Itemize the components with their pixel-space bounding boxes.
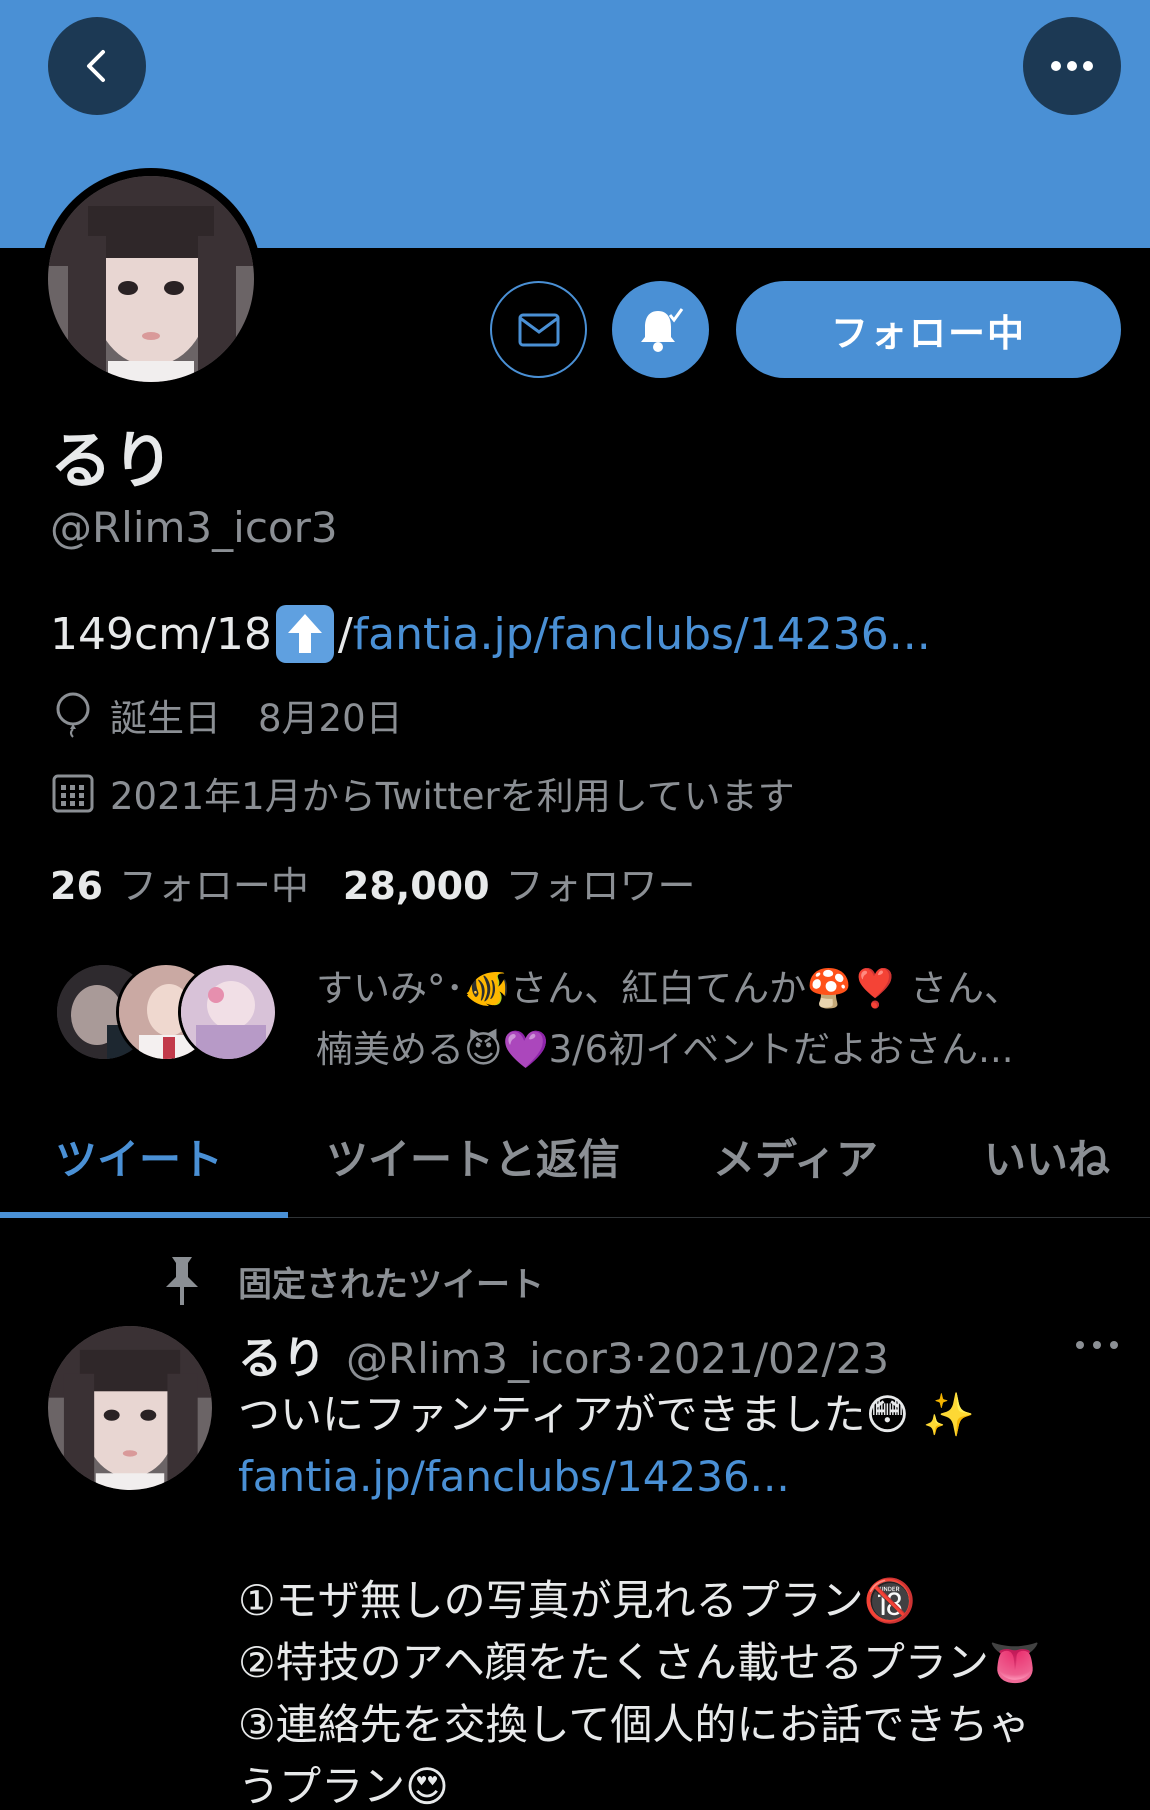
up-arrow-emoji: [275, 605, 334, 663]
profile-name: るり: [50, 424, 175, 497]
followers-count: 28,000: [342, 864, 490, 908]
tweet-line: ③連絡先を交換して個人的にお話できちゃ: [238, 1700, 1031, 1749]
back-button[interactable]: [48, 17, 146, 115]
tweet-header: るり @Rlim3_icor3 · 2021/02/23: [238, 1322, 889, 1386]
tweet-avatar[interactable]: [48, 1326, 212, 1490]
calendar-icon: [50, 770, 96, 816]
more-options-button[interactable]: [1023, 17, 1121, 115]
bio-separator: /: [337, 608, 353, 660]
active-tab-indicator: [0, 1212, 288, 1218]
bio-text: 149cm/18: [50, 608, 272, 660]
tweet-body: ついにファンティアができました😳 ✨ fantia.jp/fanclubs/14…: [238, 1384, 1118, 1810]
profile-handle: @Rlim3_icor3: [50, 503, 338, 552]
followers-count-link[interactable]: 28,000 フォロワー: [343, 855, 696, 910]
bio-link[interactable]: fantia.jp/fanclubs/14236...: [353, 609, 931, 660]
followers-label: フォロワー: [505, 864, 696, 908]
tweet-link[interactable]: fantia.jp/fanclubs/14236...: [238, 1446, 1118, 1508]
message-button[interactable]: [490, 281, 587, 378]
more-horizontal-icon: [1051, 61, 1093, 71]
tab-media[interactable]: メディア: [713, 1126, 878, 1187]
known-followers-line: すいみ°･🐠さん、紅白てんか🍄❣️ さん、: [316, 967, 1021, 1010]
avatar-photo: [48, 176, 254, 382]
notification-button[interactable]: [612, 281, 709, 378]
tab-likes[interactable]: いいね: [984, 1126, 1110, 1187]
chevron-left-icon: [87, 50, 105, 82]
balloon-icon: [50, 692, 96, 738]
tweet-line: うプラン😍: [238, 1762, 449, 1810]
joined-text: 2021年1月からTwitterを利用しています: [110, 775, 795, 818]
following-label: フォロー中: [118, 864, 309, 908]
known-follower-avatar: [178, 962, 278, 1062]
tweet-author-name[interactable]: るり: [238, 1322, 326, 1386]
tweet-more-button[interactable]: [1072, 1330, 1122, 1360]
following-count: 26: [50, 864, 103, 908]
more-horizontal-icon: [1076, 1341, 1118, 1349]
tweet-date[interactable]: 2021/02/23: [647, 1334, 889, 1383]
follow-counts: 26 フォロー中 28,000 フォロワー: [50, 855, 730, 910]
tweet-line: ①モザ無しの写真が見れるプラン🔞: [238, 1576, 916, 1625]
pinned-tweet-label: 固定されたツイート: [160, 1255, 544, 1307]
birthday-row: 誕生日 8月20日: [50, 688, 403, 742]
birthday-text: 誕生日 8月20日: [110, 697, 403, 740]
tweet-author-handle: @Rlim3_icor3: [346, 1334, 634, 1383]
profile-avatar[interactable]: [40, 168, 262, 390]
known-followers-line: 楠美める😈💜3/6初イベントだよおさん...: [316, 1028, 1014, 1071]
known-followers[interactable]: すいみ°･🐠さん、紅白てんか🍄❣️ さん、 楠美める😈💜3/6初イベントだよおさ…: [54, 958, 1114, 1071]
tweet-line: ついにファンティアができました😳 ✨: [238, 1390, 975, 1439]
mail-icon: [518, 313, 559, 346]
tab-tweets-and-replies[interactable]: ツイートと返信: [326, 1126, 620, 1187]
profile-tabs: ツイート ツイートと返信 メディア いいね: [0, 1108, 1150, 1218]
joined-row: 2021年1月からTwitterを利用しています: [50, 766, 795, 820]
pin-icon: [166, 1257, 198, 1305]
tweet-line: ②特技のアヘ顔をたくさん載せるプラン👅: [238, 1638, 1042, 1687]
tab-tweets[interactable]: ツイート: [55, 1126, 223, 1187]
following-count-link[interactable]: 26 フォロー中: [50, 855, 309, 910]
profile-bio: 149cm/18 / fantia.jp/fanclubs/14236...: [50, 605, 931, 663]
known-followers-text: すいみ°･🐠さん、紅白てんか🍄❣️ さん、 楠美める😈💜3/6初イベントだよおさ…: [316, 958, 1116, 1080]
pinned-text: 固定されたツイート: [238, 1264, 544, 1305]
tweet-dot: ·: [633, 1334, 647, 1383]
bell-check-icon: [640, 307, 683, 352]
following-button[interactable]: フォロー中: [736, 281, 1121, 378]
